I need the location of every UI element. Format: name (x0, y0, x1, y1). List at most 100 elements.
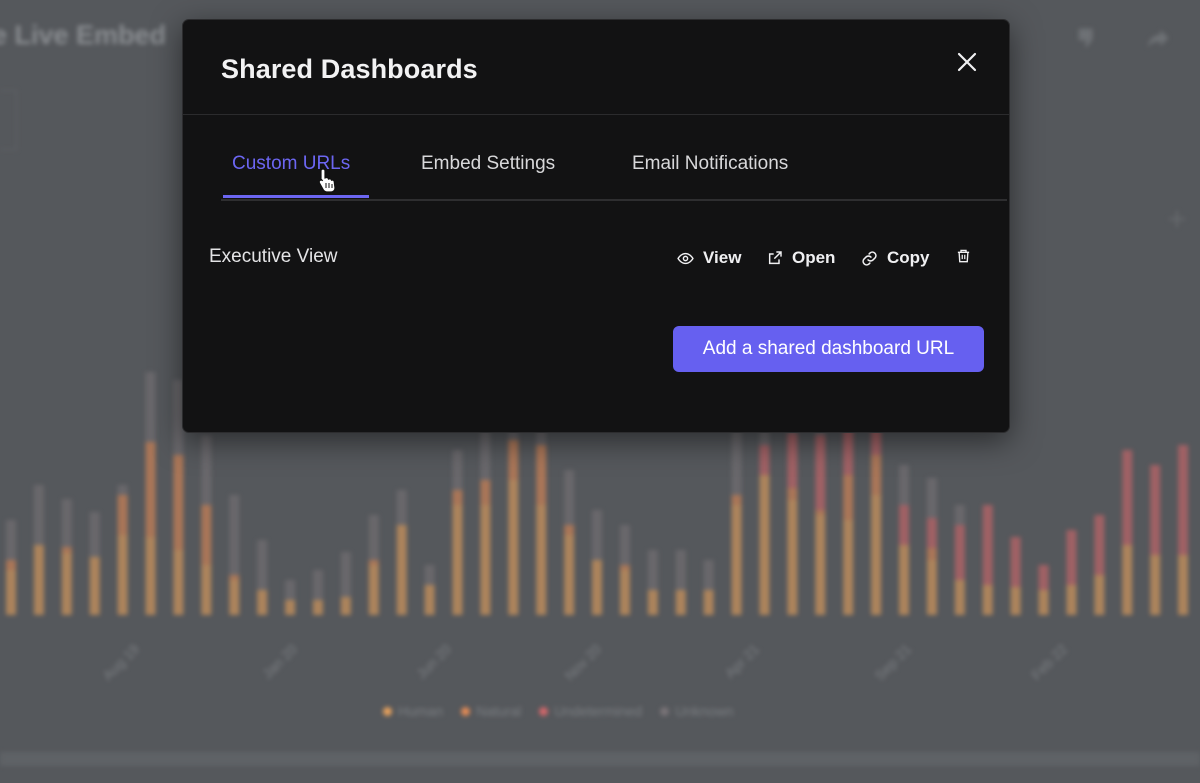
background-bar-segment (396, 490, 407, 525)
background-bar-segment (229, 580, 240, 615)
legend-item: Unknown (660, 703, 734, 719)
background-bar-segment (201, 435, 212, 505)
background-bar-segment (201, 565, 212, 615)
background-bar-segment (619, 525, 630, 565)
shared-url-name: Executive View (209, 246, 338, 267)
background-scrollbar (0, 752, 1200, 766)
background-bar-segment (1150, 465, 1161, 555)
delete-button[interactable] (956, 248, 971, 264)
background-bar-segment (6, 560, 16, 570)
background-bar-segment (1038, 590, 1049, 615)
background-bar-segment (787, 488, 798, 500)
legend-dot (461, 706, 471, 716)
background-axis-label: Jan 20 (259, 641, 300, 682)
background-bar-segment (257, 590, 268, 615)
background-bar-segment (843, 475, 854, 520)
copy-button[interactable]: Copy (861, 248, 930, 268)
background-bar-segment (117, 535, 128, 615)
background-bar-segment (871, 495, 882, 615)
background-bar-segment (787, 433, 798, 488)
background-bar-segment (368, 565, 379, 615)
background-bar-segment (675, 590, 686, 615)
background-bar-segment (312, 570, 323, 600)
background-bar-segment (452, 490, 463, 505)
background-bar-segment (1094, 515, 1105, 575)
tab-email-notifications[interactable]: Email Notifications (632, 153, 788, 175)
shared-dashboards-dialog: Shared Dashboards Custom URLs Embed Sett… (182, 19, 1010, 433)
background-bar-segment (647, 550, 658, 590)
legend-label: Natural (476, 703, 522, 719)
background-bar-segment (675, 550, 686, 590)
background-bar-segment (926, 560, 937, 615)
tab-embed-settings[interactable]: Embed Settings (421, 153, 555, 175)
background-bar-segment (229, 495, 240, 575)
background-bar-segment (340, 552, 351, 597)
view-button[interactable]: View (677, 248, 741, 268)
open-button[interactable]: Open (767, 248, 835, 268)
background-bar-segment (89, 557, 100, 615)
background-bar-segment (6, 520, 16, 560)
background-bar-segment (424, 565, 435, 585)
legend-item: Human (383, 703, 443, 719)
background-bar-segment (368, 515, 379, 560)
background-bar-segment (1122, 450, 1133, 545)
legend-dot (539, 706, 549, 716)
background-bar-segment (1038, 565, 1049, 590)
background-axis-label: Nov 20 (561, 641, 604, 684)
view-label: View (703, 248, 742, 267)
background-bar-segment (787, 500, 798, 615)
background-bar-segment (899, 505, 910, 545)
background-bar-segment (926, 478, 937, 518)
background-bar-segment (480, 505, 491, 615)
background-bar-segment (480, 480, 491, 505)
dialog-tabs: Custom URLs Embed Settings Email Notific… (221, 115, 1007, 201)
background-bar-segment (368, 560, 379, 565)
legend-item: Natural (461, 703, 521, 719)
background-axis-label: Sep 21 (871, 641, 914, 684)
active-tab-indicator (223, 195, 369, 198)
background-bar-segment (815, 435, 826, 510)
background-bar-segment (340, 597, 351, 615)
background-axis-label: Jun 20 (413, 641, 454, 682)
background-bar-segment (117, 485, 128, 495)
background-bar-segment (815, 510, 826, 515)
background-bar-segment (452, 450, 463, 490)
background-bar-segment (731, 505, 742, 615)
background-axis-label: Aug 19 (99, 641, 142, 684)
background-bar-segment (759, 445, 770, 475)
background-bar-segment (1122, 545, 1133, 615)
background-bar-segment (257, 540, 268, 590)
background-bar-segment (452, 505, 463, 615)
legend-label: Human (398, 703, 444, 719)
background-bar-segment (954, 525, 965, 580)
dialog-title: Shared Dashboards (221, 54, 478, 84)
background-bar-segment (117, 495, 128, 535)
background-bar-segment (899, 545, 910, 615)
background-bar-segment (89, 512, 100, 557)
background-bar-segment (61, 553, 72, 615)
background-bar-segment (592, 510, 603, 560)
close-button[interactable] (953, 48, 981, 76)
background-bar-segment (61, 499, 72, 547)
background-bar-segment (619, 570, 630, 615)
background-bar-segment (536, 505, 547, 615)
background-bar-segment (1066, 530, 1077, 585)
background-axis-label: Apr 21 (722, 641, 763, 682)
background-bar-segment (647, 590, 658, 615)
background-bar-segment (592, 560, 603, 615)
background-bar-segment (229, 575, 240, 580)
copy-label: Copy (887, 248, 930, 267)
legend-label: Undetermined (554, 703, 643, 719)
background-bar-segment (759, 475, 770, 615)
add-shared-dashboard-url-button[interactable]: Add a shared dashboard URL (673, 326, 984, 372)
background-bar-segment (731, 495, 742, 505)
background-bar-segment (1178, 445, 1189, 555)
dialog-header: Shared Dashboards (183, 20, 1009, 115)
close-icon (957, 52, 977, 72)
background-bar-segment (1150, 555, 1161, 615)
external-link-icon (768, 251, 782, 265)
trash-icon (957, 249, 970, 263)
background-bar-segment (285, 600, 296, 615)
background-bar-segment (285, 580, 296, 600)
background-bar-segment (564, 525, 575, 535)
